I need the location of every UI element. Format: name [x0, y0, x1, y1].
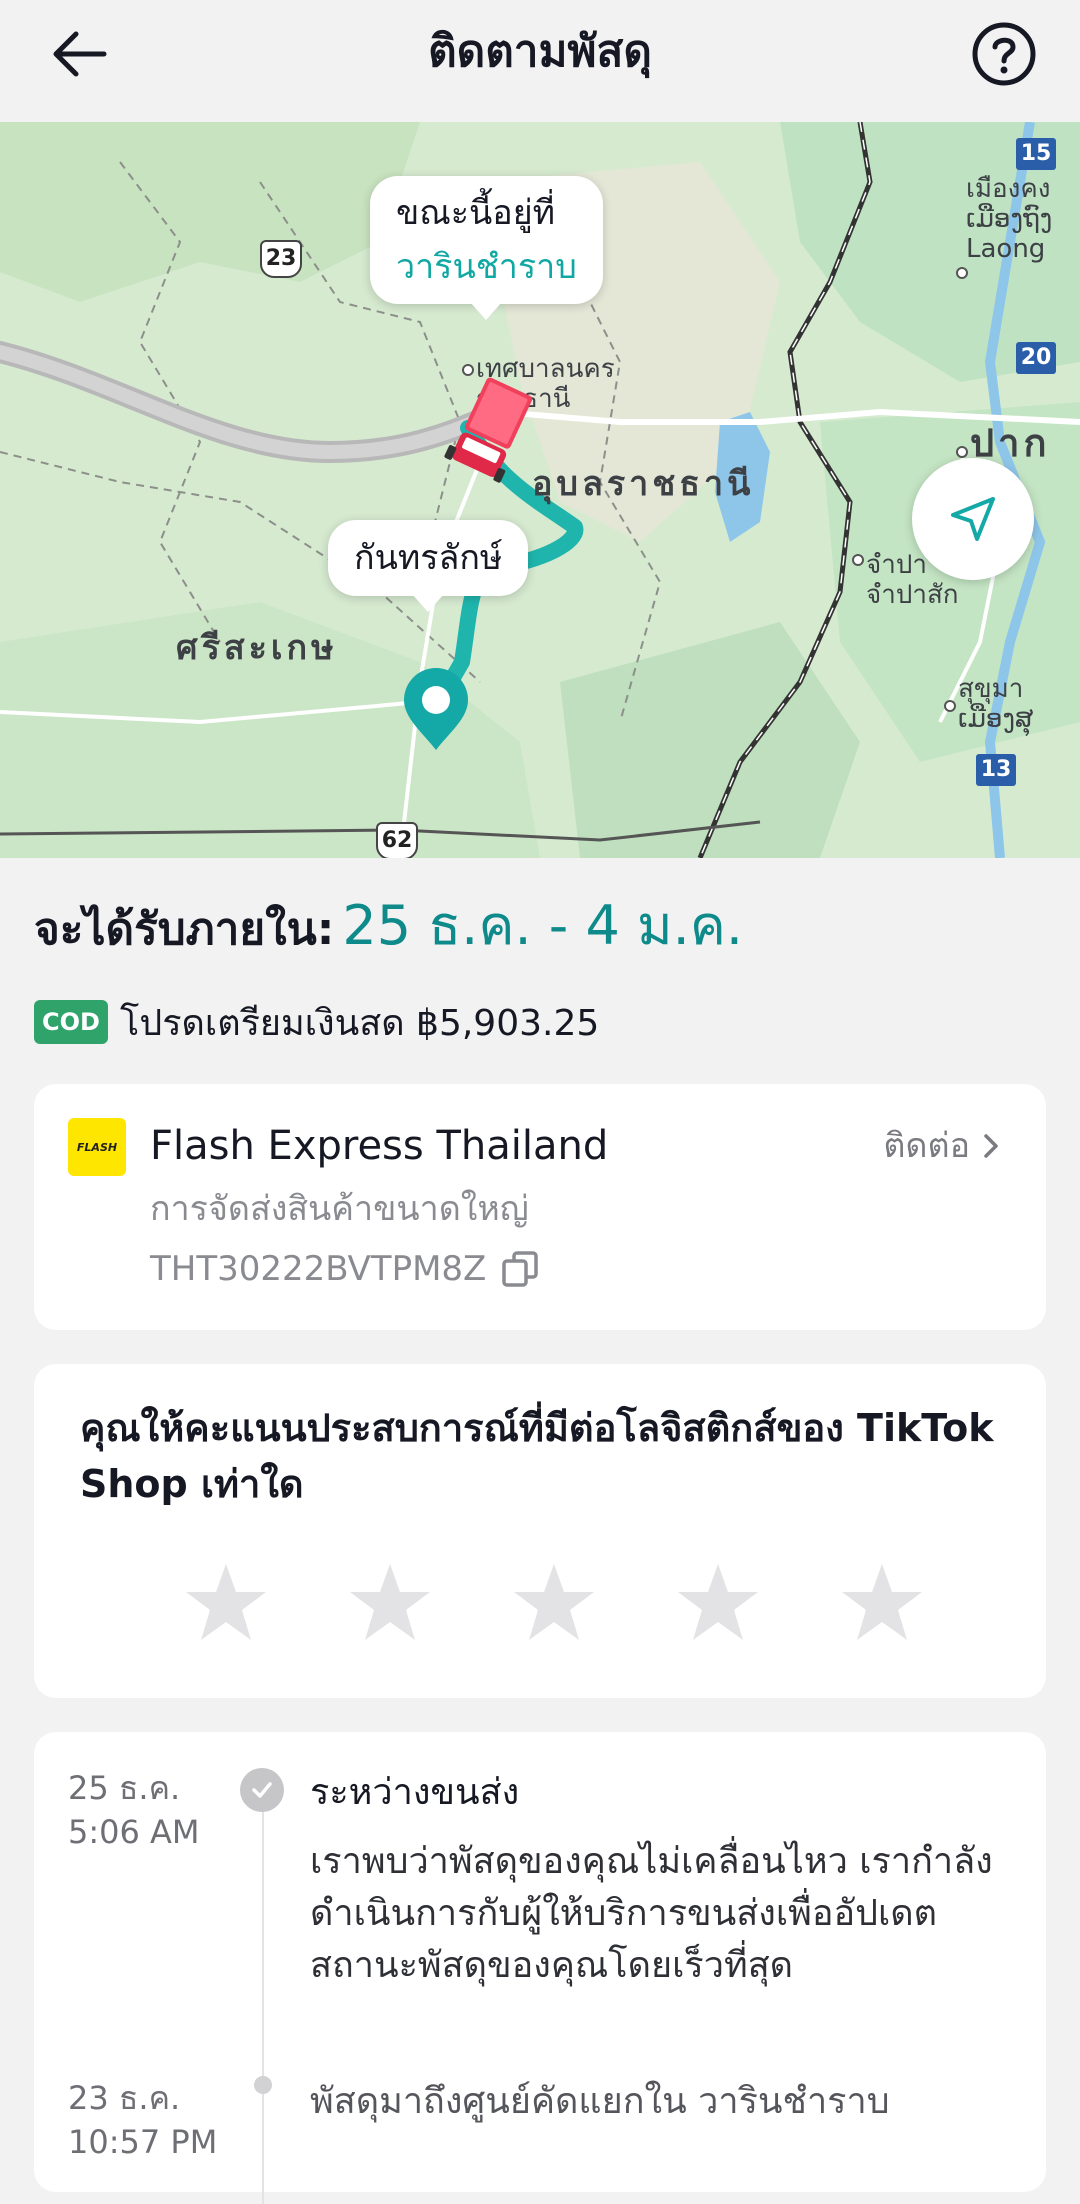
timeline-description: พัสดุมาถึงศูนย์คัดแยกใน วารินชำราบ [310, 2081, 890, 2122]
road-number-badge: 15 [1016, 138, 1056, 170]
road-number-badge: 20 [1016, 342, 1056, 374]
contact-carrier-button[interactable]: ติดต่อ [883, 1118, 1006, 1174]
map-label-sisaket: ศรีสะเกษ [176, 628, 338, 668]
map-label-ubon-province: อุบลราชธานี [532, 464, 755, 504]
timeline-date: 23 ธ.ค. [68, 2079, 181, 2117]
map-label-sukhuma: สุขุมา ເມືອງສຸ [958, 674, 1034, 734]
shipping-service-type: การจัดส่งสินค้าขนาดใหญ่ [150, 1189, 529, 1229]
timeline-status: ระหว่างขนส่ง [310, 1772, 520, 1813]
star-icon[interactable] [184, 1560, 268, 1644]
question-circle-icon [972, 22, 1036, 86]
copy-icon[interactable] [500, 1249, 540, 1289]
timeline-event-datetime: 25 ธ.ค. 5:06 AM [68, 1766, 200, 1854]
destination-bubble: กันทรลักษ์ [328, 520, 529, 612]
star-icon[interactable] [676, 1560, 760, 1644]
road-number-badge: 23 [260, 240, 302, 278]
tracking-number-row: THT30222BVTPM8Z [150, 1244, 540, 1294]
star-icon[interactable] [840, 1560, 924, 1644]
eta-label: จะได้รับภายใน: [34, 904, 335, 955]
current-location-name: วารินชำราบ [396, 247, 577, 287]
checkmark-circle-icon [240, 1768, 284, 1812]
tracking-number: THT30222BVTPM8Z [150, 1249, 487, 1289]
current-location-bubble: ขณะนี้อยู่ที่ วารินชำราบ [370, 176, 603, 320]
delivery-truck-icon [444, 377, 533, 483]
cod-amount-text: โปรดเตรียมเงินสด ฿5,903.25 [120, 1002, 600, 1044]
timeline-time: 5:06 AM [68, 1813, 200, 1851]
timeline-time: 10:57 PM [68, 2123, 218, 2161]
logistics-rating-card: คุณให้คะแนนประสบการณ์ที่มีต่อโลจิสติกส์ข… [34, 1364, 1046, 1698]
map-label-khong: เมืองคง ເມືອງຖົງ Laong [966, 174, 1053, 264]
estimated-delivery: จะได้รับภายใน: 25 ธ.ค. - 4 ม.ค. [34, 896, 743, 960]
eta-date-range: 25 ธ.ค. - 4 ม.ค. [342, 894, 744, 957]
contact-label: ติดต่อ [883, 1126, 970, 1166]
road-number-badge: 62 [376, 822, 418, 858]
navigation-arrow-icon [951, 497, 995, 541]
page-title: ติดตามพัสดุ [428, 26, 652, 77]
road-number-badge: 13 [976, 754, 1016, 786]
chevron-right-icon [984, 1134, 998, 1158]
cod-badge: COD [34, 1000, 108, 1044]
rating-question: คุณให้คะแนนประสบการณ์ที่มีต่อโลจิสติกส์ข… [80, 1406, 994, 1506]
star-icon[interactable] [512, 1560, 596, 1644]
carrier-name: Flash Express Thailand [150, 1123, 609, 1169]
top-bar: ติดตามพัสดุ [0, 0, 1080, 122]
destination-pin-icon [404, 668, 468, 750]
timeline-date: 25 ธ.ค. [68, 1769, 181, 1807]
cod-notice: COD โปรดเตรียมเงินสด ฿5,903.25 [34, 994, 599, 1050]
help-button[interactable] [966, 16, 1042, 92]
timeline-event-datetime: 23 ธ.ค. 10:57 PM [68, 2076, 217, 2164]
star-icon[interactable] [348, 1560, 432, 1644]
tracking-map[interactable]: เทศบาลนคร ราชธานี อุบลราชธานี ศรีสะเกษ ป… [0, 122, 1080, 858]
timeline-line [262, 1774, 264, 2204]
current-location-label: ขณะนี้อยู่ที่ [396, 193, 556, 233]
carrier-card: FLASH Flash Express Thailand ติดต่อ การจ… [34, 1084, 1046, 1330]
carrier-logo: FLASH [68, 1118, 126, 1176]
tracking-timeline: 25 ธ.ค. 5:06 AM ระหว่างขนส่ง เราพบว่าพัส… [34, 1732, 1046, 2204]
timeline-description: เราพบว่าพัสดุของคุณไม่เคลื่อนไหว เรากำลั… [310, 1841, 993, 1986]
timeline-dot [254, 2076, 272, 2094]
star-rating[interactable] [184, 1560, 924, 1644]
locate-me-button[interactable] [912, 458, 1034, 580]
